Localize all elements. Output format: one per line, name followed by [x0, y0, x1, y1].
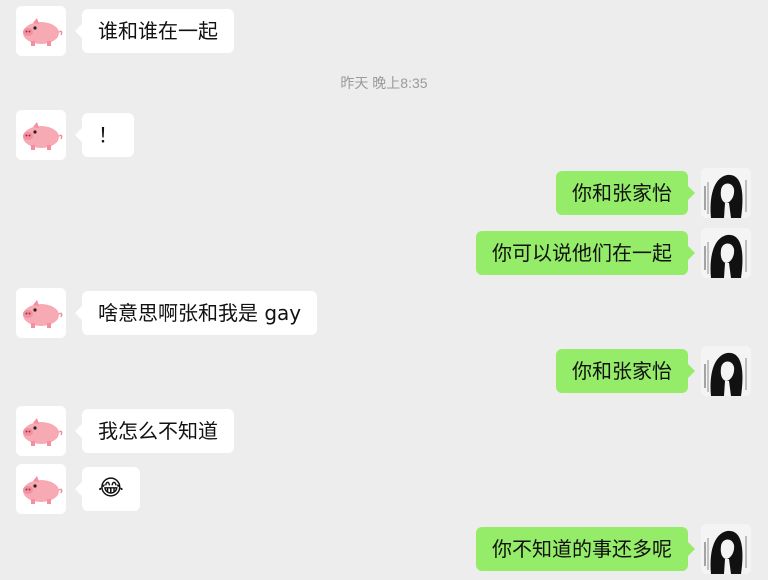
portrait-avatar-icon[interactable]	[701, 168, 751, 218]
outgoing-message-bubble[interactable]: 你和张家怡	[556, 349, 695, 393]
outgoing-message-bubble[interactable]: 你不知道的事还多呢	[476, 527, 695, 571]
incoming-message-bubble[interactable]: 啥意思啊张和我是 gay	[74, 291, 318, 335]
pig-avatar-icon[interactable]	[16, 288, 66, 338]
incoming-message-bubble[interactable]: 我怎么不知道	[75, 409, 234, 453]
message-timestamp: 昨天 晚上8:35	[340, 75, 428, 91]
message-row: 你可以说他们在一起	[0, 228, 768, 280]
incoming-message-bubble[interactable]: 谁和谁在一起	[75, 9, 234, 53]
message-row: 你和张家怡	[0, 346, 768, 398]
pig-avatar-icon[interactable]	[16, 464, 66, 514]
portrait-avatar-icon[interactable]	[701, 524, 751, 574]
pig-avatar-icon[interactable]	[16, 406, 66, 456]
message-row: 你和张家怡	[0, 168, 768, 220]
message-row: 你不知道的事还多呢	[0, 524, 768, 576]
message-row: 啥意思啊张和我是 gay	[0, 288, 768, 340]
chat-window: 谁和谁在一起 昨天 晚上8:35 ！ 你和张家怡 你可以说他们在一起 啥意思啊张…	[0, 0, 768, 580]
incoming-message-bubble[interactable]: ！	[75, 113, 134, 157]
incoming-emoji-bubble[interactable]: 😂	[75, 467, 140, 511]
portrait-avatar-icon[interactable]	[701, 228, 751, 278]
message-row: 😂	[0, 464, 768, 516]
message-row: 我怎么不知道	[0, 406, 768, 458]
message-row: ！	[0, 110, 768, 162]
portrait-avatar-icon[interactable]	[701, 346, 751, 396]
pig-avatar-icon[interactable]	[16, 110, 66, 160]
outgoing-message-bubble[interactable]: 你和张家怡	[556, 171, 695, 215]
pig-avatar-icon[interactable]	[16, 6, 66, 56]
outgoing-message-bubble[interactable]: 你可以说他们在一起	[476, 231, 695, 275]
message-row: 谁和谁在一起	[0, 6, 768, 58]
